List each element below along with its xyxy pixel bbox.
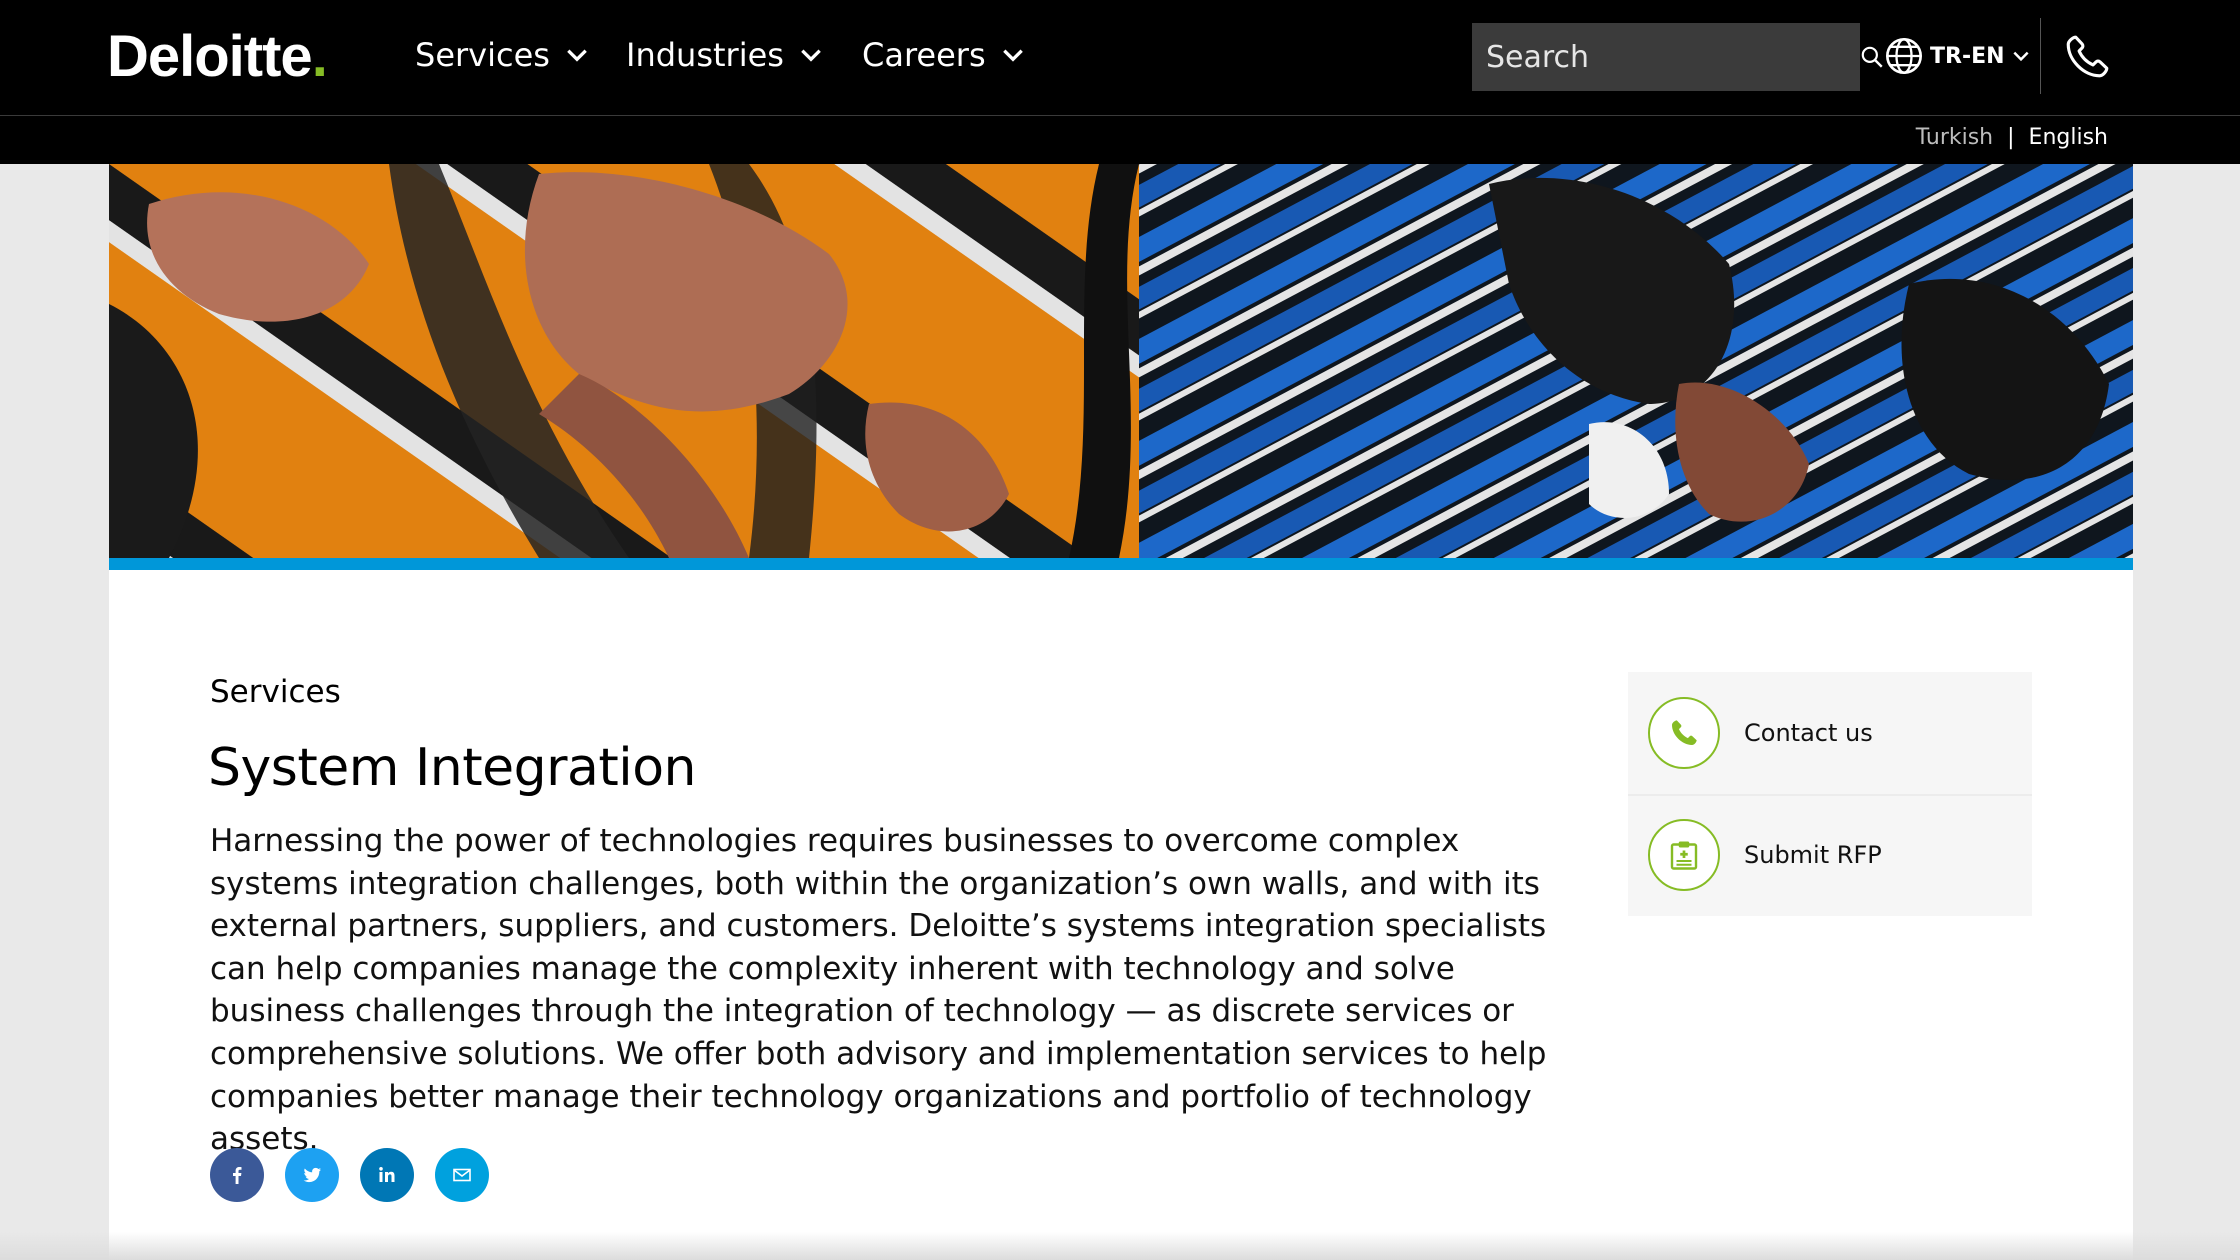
side-panel: Contact us Submit RFP bbox=[1628, 672, 2032, 916]
phone-icon bbox=[1648, 697, 1720, 769]
email-share-button[interactable] bbox=[435, 1148, 489, 1202]
logo-text: Deloitte bbox=[107, 24, 313, 89]
twitter-icon bbox=[303, 1167, 321, 1183]
logo-dot: . bbox=[311, 24, 328, 89]
language-links: Turkish | English bbox=[1916, 125, 2108, 150]
locale-selector[interactable]: TR-EN bbox=[1884, 30, 2031, 82]
submit-rfp-link[interactable]: Submit RFP bbox=[1628, 794, 2032, 914]
search-box bbox=[1472, 23, 1883, 91]
hero-illustration bbox=[109, 164, 2133, 558]
twitter-share-button[interactable] bbox=[285, 1148, 339, 1202]
breadcrumb-services[interactable]: Services bbox=[210, 674, 341, 710]
phone-icon[interactable] bbox=[2062, 32, 2112, 82]
nav-careers-label: Careers bbox=[862, 36, 986, 74]
search-icon[interactable] bbox=[1859, 37, 1885, 77]
facebook-icon bbox=[233, 1167, 242, 1184]
page-bottom-fade bbox=[0, 1232, 2240, 1260]
contact-us-label: Contact us bbox=[1744, 719, 1873, 747]
nav-industries[interactable]: Industries bbox=[626, 28, 824, 82]
language-english-link[interactable]: English bbox=[2029, 125, 2108, 150]
nav-services-label: Services bbox=[415, 36, 550, 74]
language-separator: | bbox=[2007, 125, 2015, 150]
chevron-down-icon bbox=[567, 49, 587, 62]
top-navigation-bar: Deloitte. Services Industries Careers TR… bbox=[0, 0, 2240, 116]
chevron-down-icon bbox=[1002, 49, 1023, 62]
contact-us-link[interactable]: Contact us bbox=[1628, 672, 2032, 794]
language-bar: Turkish | English bbox=[0, 116, 2240, 164]
submit-rfp-label: Submit RFP bbox=[1744, 841, 1882, 869]
email-icon bbox=[453, 1168, 471, 1182]
page-title: System Integration bbox=[208, 738, 696, 798]
chevron-down-icon bbox=[2012, 51, 2029, 62]
hero-accent-bar bbox=[109, 558, 2133, 570]
chevron-down-icon bbox=[801, 49, 821, 62]
nav-careers[interactable]: Careers bbox=[862, 28, 1026, 82]
header-divider bbox=[2040, 18, 2041, 94]
deloitte-logo[interactable]: Deloitte. bbox=[107, 24, 328, 89]
share-buttons bbox=[210, 1148, 489, 1202]
language-turkish-link[interactable]: Turkish bbox=[1916, 125, 1993, 150]
content-card: Services System Integration Harnessing t… bbox=[109, 570, 2133, 1260]
locale-label: TR-EN bbox=[1930, 43, 2005, 69]
page-description: Harnessing the power of technologies req… bbox=[210, 823, 1547, 1158]
linkedin-share-button[interactable] bbox=[360, 1148, 414, 1202]
linkedin-icon bbox=[379, 1167, 395, 1182]
facebook-share-button[interactable] bbox=[210, 1148, 264, 1202]
nav-industries-label: Industries bbox=[626, 36, 784, 74]
search-input[interactable] bbox=[1486, 39, 1859, 75]
rfp-clipboard-icon bbox=[1648, 819, 1720, 891]
globe-icon bbox=[1886, 38, 1922, 74]
hero-image bbox=[109, 164, 2133, 558]
nav-services[interactable]: Services bbox=[415, 28, 590, 82]
